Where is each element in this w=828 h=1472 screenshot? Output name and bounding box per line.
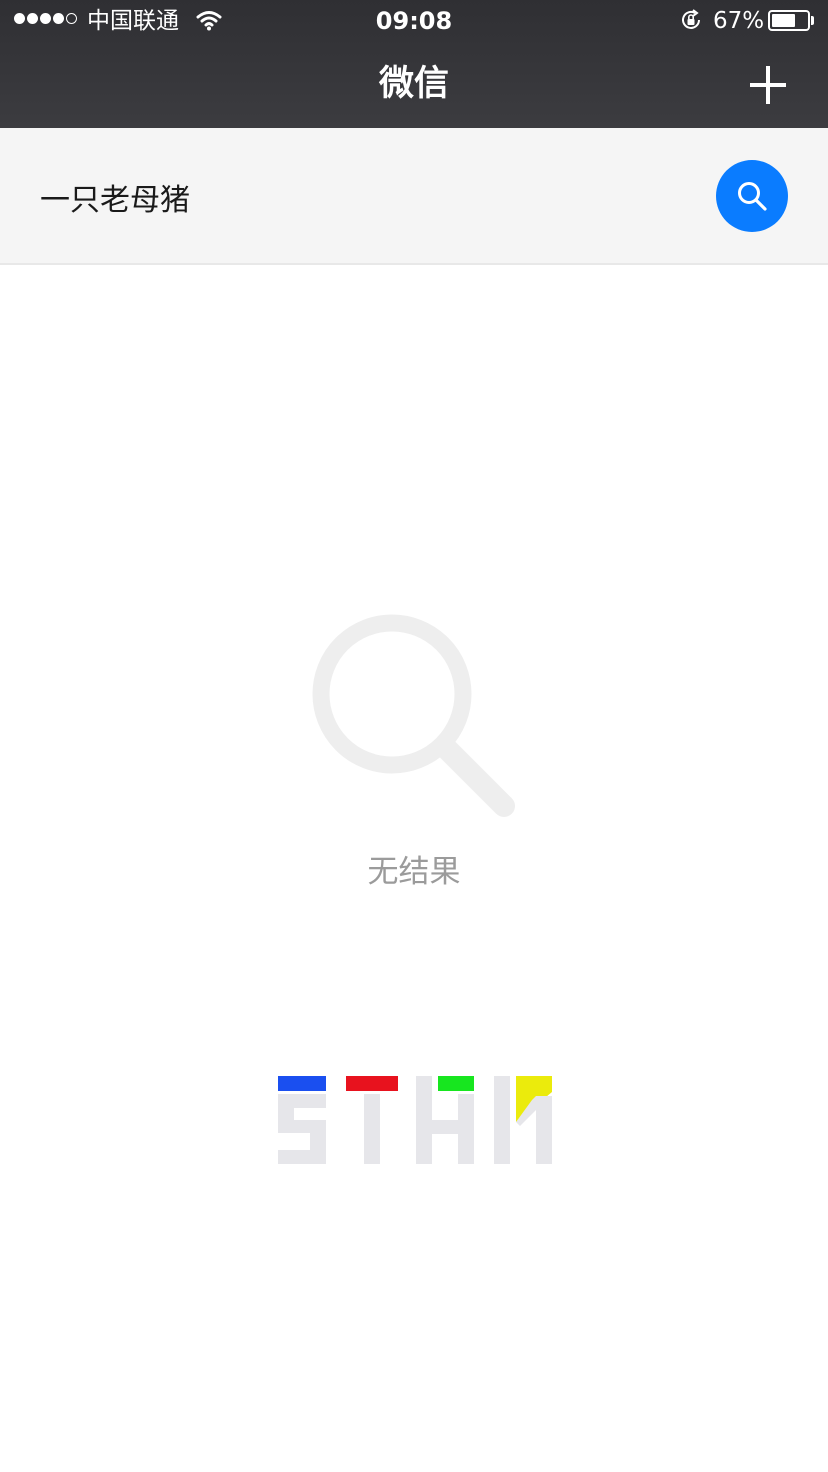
signal-dot xyxy=(27,13,38,24)
signal-strength-icon xyxy=(14,13,77,24)
search-icon xyxy=(738,182,767,211)
battery-icon xyxy=(768,10,810,31)
rotation-lock-icon xyxy=(682,9,700,29)
logo-bar-red xyxy=(346,1076,398,1091)
signal-dot xyxy=(53,13,64,24)
sthn-logo xyxy=(278,1076,552,1164)
carrier-name: 中国联通 xyxy=(87,8,179,34)
search-button[interactable] xyxy=(716,160,788,232)
wifi-icon xyxy=(196,11,222,31)
header: 中国联通 09:08 67% 微信 xyxy=(0,0,828,128)
battery-nub xyxy=(811,16,814,25)
signal-dot xyxy=(14,13,25,24)
signal-dot xyxy=(40,13,51,24)
magnifier-icon xyxy=(312,614,515,817)
status-bar: 中国联通 09:08 67% xyxy=(0,0,828,42)
signal-dot-empty xyxy=(66,13,77,24)
logo-bar-green xyxy=(438,1076,474,1091)
logo-bar-blue xyxy=(278,1076,326,1091)
battery-level xyxy=(772,14,795,27)
no-results-text: 无结果 xyxy=(367,854,461,890)
add-button[interactable] xyxy=(740,58,796,114)
battery-percent: 67% xyxy=(713,8,765,34)
search-input[interactable] xyxy=(40,172,680,222)
page-title: 微信 xyxy=(378,64,449,104)
search-bar xyxy=(0,128,828,265)
